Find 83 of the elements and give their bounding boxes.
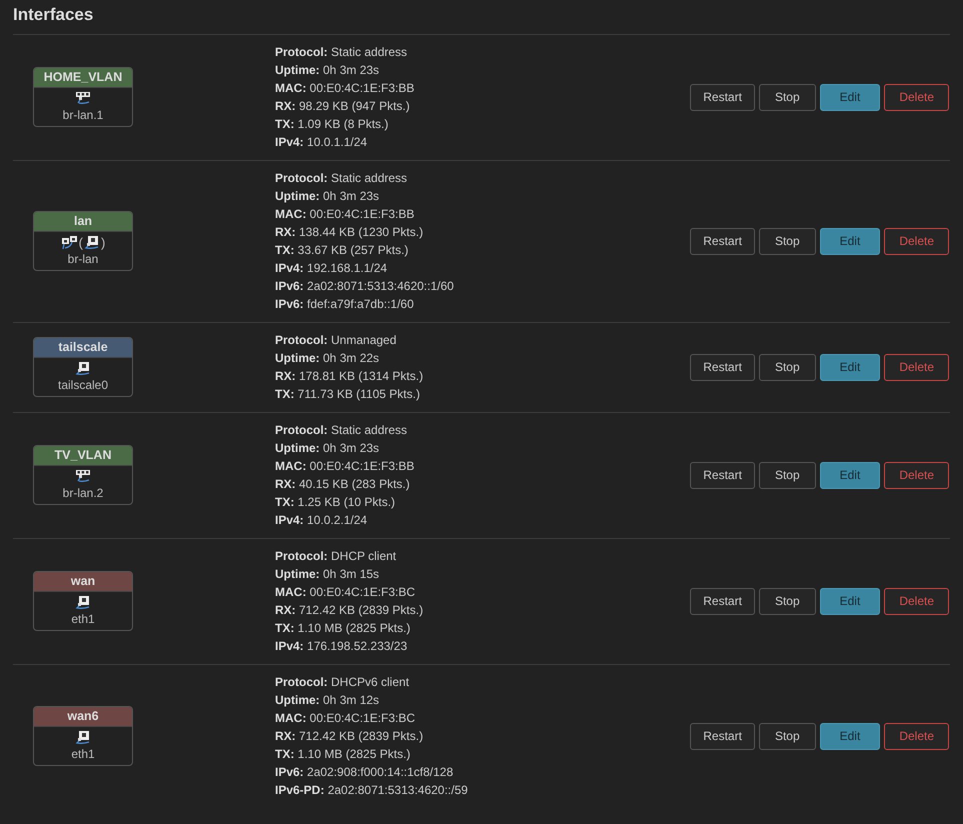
edit-button[interactable]: Edit xyxy=(820,462,880,488)
detail-line: TX: 1.10 MB (2825 Pkts.) xyxy=(275,620,412,637)
delete-button[interactable]: Delete xyxy=(884,588,949,614)
detail-line: IPv4: 10.0.2.1/24 xyxy=(275,512,368,529)
detail-line: IPv6: 2a02:8071:5313:4620::1/60 xyxy=(275,278,455,295)
action-button[interactable]: Stop xyxy=(758,722,816,750)
device-name: br-lan.1 xyxy=(62,107,104,123)
detail-line: Protocol: DHCP client xyxy=(275,548,398,565)
action-button[interactable]: Restart xyxy=(690,228,755,254)
detail-line: Protocol: Static address xyxy=(275,422,408,439)
detail-line: Uptime: 0h 3m 12s xyxy=(275,692,380,709)
action-button[interactable]: Restart xyxy=(690,722,755,750)
detail-line: Protocol: Unmanaged xyxy=(275,332,398,349)
detail-line: RX: 178.81 KB (1314 Pkts.) xyxy=(275,368,424,385)
ethernet-port-icon xyxy=(84,235,100,250)
delete-button[interactable]: Delete xyxy=(884,84,949,110)
interface-name: tailscale xyxy=(34,338,132,358)
detail-line: Uptime: 0h 3m 23s xyxy=(275,440,380,457)
detail-line: RX: 712.42 KB (2839 Pkts.) xyxy=(275,602,424,619)
ethernet-port-icon xyxy=(75,595,91,610)
detail-line: Protocol: Static address xyxy=(275,170,408,187)
edit-button[interactable]: Edit xyxy=(820,354,880,380)
edit-button[interactable]: Edit xyxy=(820,228,880,254)
edit-button[interactable]: Edit xyxy=(820,84,880,110)
detail-line: MAC: 00:E0:4C:1E:F3:BB xyxy=(275,206,416,223)
action-button[interactable]: Stop xyxy=(758,228,816,254)
detail-line: MAC: 00:E0:4C:1E:F3:BB xyxy=(275,458,416,475)
detail-line: RX: 138.44 KB (1230 Pkts.) xyxy=(275,224,424,241)
paren-text: ) xyxy=(101,234,106,250)
ethernet-port-icon xyxy=(75,361,91,376)
ethernet-port-icon xyxy=(75,730,91,745)
action-button[interactable]: Restart xyxy=(690,354,755,380)
device-name: eth1 xyxy=(70,746,96,762)
interface-name: wan6 xyxy=(34,707,132,727)
action-button[interactable]: Restart xyxy=(690,588,755,614)
interface-name: wan xyxy=(34,572,132,592)
detail-line: IPv4: 192.168.1.1/24 xyxy=(275,260,388,277)
action-button[interactable]: Restart xyxy=(690,84,755,110)
network-switch-icon xyxy=(75,469,91,484)
detail-line: IPv6: 2a02:908:f000:14::1cf8/128 xyxy=(275,764,454,781)
delete-button[interactable]: Delete xyxy=(884,354,949,380)
delete-button[interactable]: Delete xyxy=(884,462,949,488)
detail-line: RX: 40.15 KB (283 Pkts.) xyxy=(275,476,411,493)
interface-name: lan xyxy=(34,212,132,232)
device-name: eth1 xyxy=(70,611,96,627)
network-switch-icon xyxy=(75,91,91,106)
action-button[interactable]: Stop xyxy=(758,588,816,614)
interface-name: TV_VLAN xyxy=(34,446,132,466)
detail-line: Uptime: 0h 3m 22s xyxy=(275,350,380,367)
action-button[interactable]: Stop xyxy=(758,84,816,110)
action-button[interactable]: Stop xyxy=(758,354,816,380)
action-button[interactable]: Stop xyxy=(758,462,816,488)
detail-line: TX: 1.10 MB (2825 Pkts.) xyxy=(275,746,412,763)
delete-button[interactable]: Delete xyxy=(884,228,949,254)
detail-line: Uptime: 0h 3m 23s xyxy=(275,188,380,205)
action-button[interactable]: Restart xyxy=(690,462,755,488)
interface-name: HOME_VLAN xyxy=(34,68,132,88)
detail-line: Protocol: DHCPv6 client xyxy=(275,674,410,691)
device-name: br-lan.2 xyxy=(62,485,104,501)
detail-line: IPv4: 10.0.1.1/24 xyxy=(275,134,368,151)
page-title: Interfaces xyxy=(13,4,94,26)
device-name: tailscale0 xyxy=(56,377,110,393)
detail-line: MAC: 00:E0:4C:1E:F3:BC xyxy=(275,584,416,601)
delete-button[interactable]: Delete xyxy=(884,722,949,750)
detail-line: TX: 1.25 KB (10 Pkts.) xyxy=(275,494,396,511)
detail-line: Protocol: Static address xyxy=(275,44,408,61)
detail-line: RX: 98.29 KB (947 Pkts.) xyxy=(275,98,411,115)
paren-text: ( xyxy=(78,234,83,250)
edit-button[interactable]: Edit xyxy=(820,588,880,614)
detail-line: MAC: 00:E0:4C:1E:F3:BB xyxy=(275,80,416,97)
detail-line: RX: 712.42 KB (2839 Pkts.) xyxy=(275,728,424,745)
device-name: br-lan xyxy=(66,251,100,267)
detail-line: TX: 711.73 KB (1105 Pkts.) xyxy=(275,386,421,403)
detail-line: IPv6-PD: 2a02:8071:5313:4620::/59 xyxy=(275,782,469,799)
edit-button[interactable]: Edit xyxy=(820,722,880,750)
detail-line: MAC: 00:E0:4C:1E:F3:BC xyxy=(275,710,416,727)
bridge-ports-icon xyxy=(60,235,78,250)
detail-line: IPv6: fdef:a79f:a7db::1/60 xyxy=(275,296,415,313)
detail-line: IPv4: 176.198.52.233/23 xyxy=(275,638,408,655)
detail-line: Uptime: 0h 3m 15s xyxy=(275,566,380,583)
detail-line: TX: 33.67 KB (257 Pkts.) xyxy=(275,242,410,259)
detail-line: Uptime: 0h 3m 23s xyxy=(275,62,380,79)
detail-line: TX: 1.09 KB (8 Pkts.) xyxy=(275,116,390,133)
